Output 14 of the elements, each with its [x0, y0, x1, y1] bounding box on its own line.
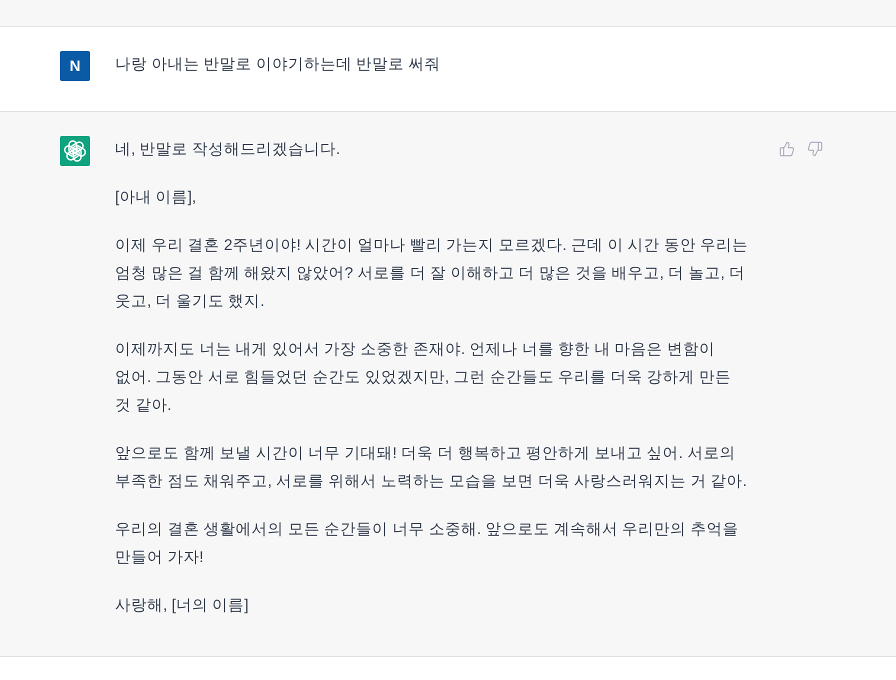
message-text: 나랑 아내는 반말로 이야기하는데 반말로 써줘	[115, 55, 442, 75]
knot-logo-icon	[60, 136, 90, 166]
user-avatar: N	[60, 51, 90, 81]
message-text: [아내 이름],	[115, 188, 198, 208]
thumbs-up-icon	[779, 141, 795, 157]
message-text: 사랑해, [너의 이름]	[115, 596, 250, 616]
message-text: 앞으로도 함께 보낼 시간이 너무 기대돼! 더욱 더 행복하고 평안하게 보내고 싶어. 서로의 부족한 점도 채워주고, 서로를 위해서 노력하는 모습을 보면 더욱 사랑스러워지는 거 같아.	[115, 444, 748, 492]
thumbs-up-button[interactable]	[779, 141, 795, 157]
message-text: 네, 반말로 작성해드리겠습니다.	[115, 140, 342, 160]
thumbs-down-icon	[807, 141, 823, 157]
message-text: 이제까지도 너는 내게 있어서 가장 소중한 존재야. 언제나 너를 향한 내 마음은 변함이 없어. 그동안 서로 힘들었던 순간도 있었겠지만, 그런 순간들도 우리를 더욱 강하게 만든 것 같아.	[115, 340, 732, 416]
message-text: 이제 우리 결혼 2주년이야! 시간이 얼마나 빨리 가는지 모르겠다. 근데 이 시간 동안 우리는 엄청 많은 걸 함께 해왔지 않았어? 서로를 더 잘 이해하고 더 많은 것을 배우고, 더 놀고, 더 웃고, 더 울기도 했지.	[115, 236, 750, 312]
thumbs-down-button[interactable]	[807, 141, 823, 157]
message-text: 우리의 결혼 생활에서의 모든 순간들이 너무 소중해. 앞으로도 계속해서 우리만의 추억을 만들어 가자!	[115, 520, 740, 568]
